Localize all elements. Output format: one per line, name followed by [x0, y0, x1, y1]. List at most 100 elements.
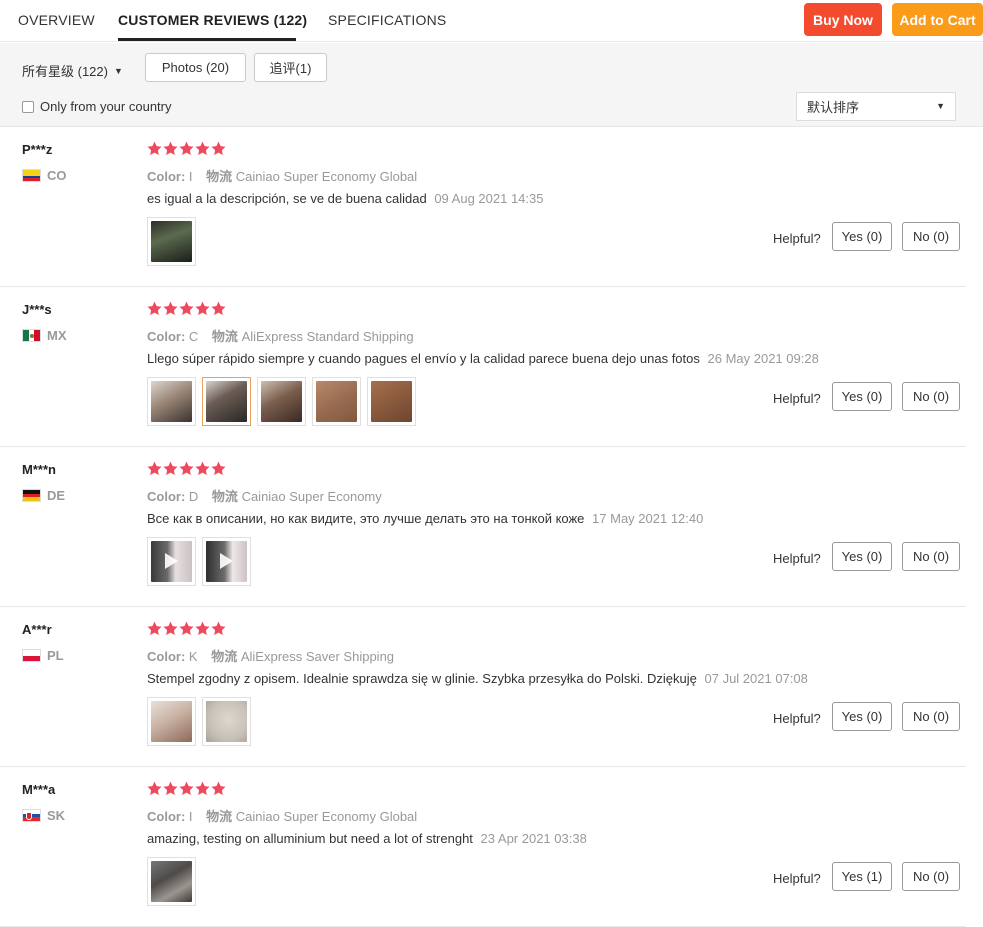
star-icon — [163, 621, 178, 635]
tab-overview[interactable]: OVERVIEW — [18, 12, 95, 28]
star-icon — [147, 141, 162, 155]
sort-select[interactable]: 默认排序 ▼ — [796, 92, 956, 121]
star-rating — [147, 141, 227, 156]
review-photo — [151, 701, 192, 742]
review-text-line: Все как в описании, но как видите, это л… — [147, 511, 703, 526]
shipping-label: 物流 — [211, 329, 238, 344]
review-photo-thumbnail[interactable] — [147, 857, 196, 906]
star-icon — [163, 301, 178, 315]
helpful-yes-button[interactable]: Yes (0) — [832, 222, 892, 251]
tab-bar: OVERVIEW CUSTOMER REVIEWS (122) SPECIFIC… — [0, 0, 983, 42]
review-text-line: Llego súper rápido siempre y cuando pagu… — [147, 351, 819, 366]
reviewer-country: DE — [47, 488, 66, 503]
tab-customer-reviews[interactable]: CUSTOMER REVIEWS (122) — [118, 12, 307, 28]
review-photo-thumbnail[interactable] — [147, 217, 196, 266]
star-rating — [147, 621, 227, 636]
review-date: 23 Apr 2021 03:38 — [480, 831, 587, 846]
star-icon — [195, 461, 210, 475]
star-rating-filter[interactable]: 所有星级 (122) ▼ — [22, 61, 123, 80]
reviewer-name: M***a — [22, 782, 56, 797]
review-photo-thumbnail[interactable] — [202, 377, 251, 426]
review-filter-bar: 所有星级 (122) ▼ Photos (20) 追评(1) Only from… — [0, 43, 983, 127]
review-sku-info: Color: I 物流 Cainiao Super Economy Global — [147, 806, 417, 825]
reviewer-name: P***z — [22, 142, 53, 157]
play-icon — [220, 553, 233, 569]
add-to-cart-button[interactable]: Add to Cart — [892, 3, 983, 36]
review-photo-thumbnail[interactable] — [147, 377, 196, 426]
country-filter[interactable]: Only from your country — [22, 99, 172, 114]
color-value: D — [188, 489, 199, 504]
color-label: Color: — [147, 169, 186, 184]
helpful-no-button[interactable]: No (0) — [902, 702, 960, 731]
review-date: 26 May 2021 09:28 — [707, 351, 819, 366]
review-photo-thumbnail[interactable] — [147, 697, 196, 746]
helpful-yes-button[interactable]: Yes (0) — [832, 382, 892, 411]
helpful-no-button[interactable]: No (0) — [902, 382, 960, 411]
helpful-yes-button[interactable]: Yes (0) — [832, 702, 892, 731]
helpful-no-button[interactable]: No (0) — [902, 862, 960, 891]
review-item: A***r PL Color: K 物流 AliExpress Saver Sh… — [0, 607, 983, 767]
star-icon — [179, 141, 194, 155]
helpful-label: Helpful? — [773, 551, 821, 566]
star-icon — [211, 141, 226, 155]
review-photo — [206, 381, 247, 422]
buy-now-button[interactable]: Buy Now — [804, 3, 882, 36]
helpful-label: Helpful? — [773, 391, 821, 406]
star-icon — [163, 141, 178, 155]
star-rating — [147, 461, 227, 476]
reviewer-name: J***s — [22, 302, 52, 317]
chevron-down-icon: ▼ — [113, 65, 123, 76]
review-item: M***n DE Color: D 物流 Cainiao Super Econo… — [0, 447, 983, 607]
helpful-no-button[interactable]: No (0) — [902, 222, 960, 251]
review-text: Llego súper rápido siempre y cuando pagu… — [147, 351, 700, 366]
reviewer-country: PL — [47, 648, 64, 663]
reviewer-name: M***n — [22, 462, 56, 477]
review-photo-thumbnail[interactable] — [257, 377, 306, 426]
review-photo-thumbnail[interactable] — [147, 537, 196, 586]
review-photos — [147, 377, 416, 426]
star-icon — [147, 461, 162, 475]
star-icon — [211, 621, 226, 635]
country-flag-icon — [22, 809, 41, 822]
shipping-label: 物流 — [211, 649, 238, 664]
color-value: C — [188, 329, 199, 344]
review-sku-info: Color: I 物流 Cainiao Super Economy Global — [147, 166, 417, 185]
review-item: J***s MX Color: C 物流 AliExpress Standard… — [0, 287, 983, 447]
star-icon — [195, 141, 210, 155]
review-photo — [151, 221, 192, 262]
review-photo — [371, 381, 412, 422]
star-rating-filter-label: 所有星级 (122) — [22, 64, 108, 79]
star-icon — [147, 781, 162, 795]
photos-filter-button[interactable]: Photos (20) — [145, 53, 246, 82]
review-photo — [151, 381, 192, 422]
helpful-yes-button[interactable]: Yes (1) — [832, 862, 892, 891]
country-checkbox[interactable] — [22, 100, 34, 113]
followup-filter-button[interactable]: 追评(1) — [254, 53, 327, 82]
review-photo-thumbnail[interactable] — [312, 377, 361, 426]
star-icon — [195, 301, 210, 315]
color-label: Color: — [147, 329, 186, 344]
tab-specifications[interactable]: SPECIFICATIONS — [328, 12, 446, 28]
review-text-line: es igual a la descripción, se ve de buen… — [147, 191, 543, 206]
country-flag-icon — [22, 489, 41, 502]
helpful-yes-button[interactable]: Yes (0) — [832, 542, 892, 571]
review-photos — [147, 537, 251, 586]
reviewer-name: A***r — [22, 622, 52, 637]
color-value: K — [188, 649, 198, 664]
review-photo-thumbnail[interactable] — [367, 377, 416, 426]
review-text-line: amazing, testing on alluminium but need … — [147, 831, 587, 846]
color-value: I — [188, 809, 193, 824]
reviewer-country: SK — [47, 808, 66, 823]
star-icon — [211, 781, 226, 795]
review-photo — [261, 381, 302, 422]
helpful-label: Helpful? — [773, 711, 821, 726]
review-photo-thumbnail[interactable] — [202, 537, 251, 586]
review-text: amazing, testing on alluminium but need … — [147, 831, 473, 846]
review-photo-thumbnail[interactable] — [202, 697, 251, 746]
active-tab-indicator — [118, 38, 296, 41]
helpful-no-button[interactable]: No (0) — [902, 542, 960, 571]
star-icon — [163, 781, 178, 795]
reviewer-country: MX — [47, 328, 67, 343]
review-date: 09 Aug 2021 14:35 — [434, 191, 544, 206]
chevron-down-icon: ▼ — [936, 101, 945, 111]
